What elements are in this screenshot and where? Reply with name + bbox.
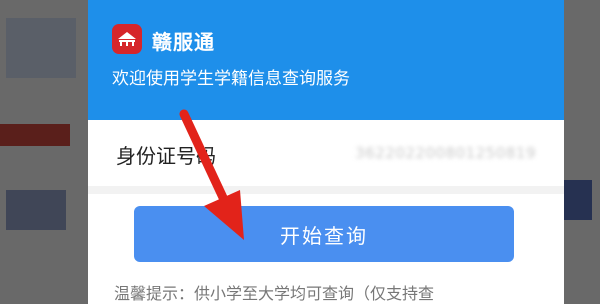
pointer-arrow-icon bbox=[179, 109, 244, 240]
